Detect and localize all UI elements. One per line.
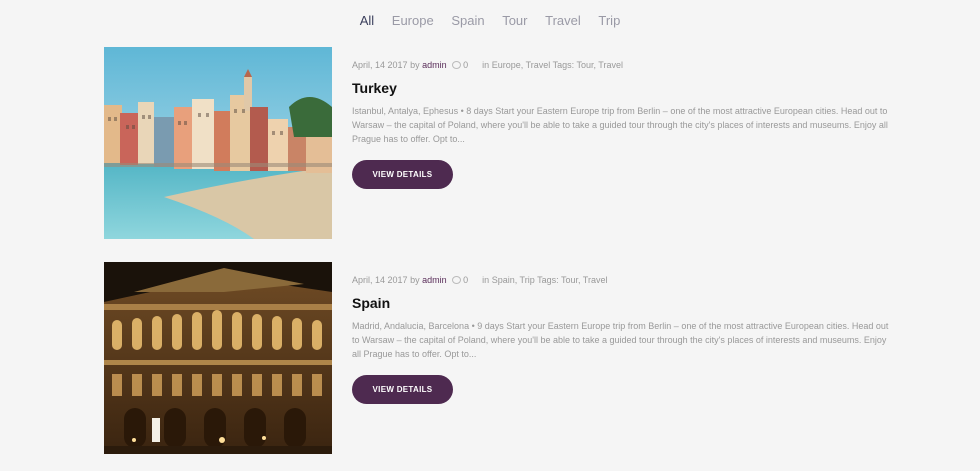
comment-icon: [452, 61, 462, 69]
post-in-label: in: [482, 275, 490, 285]
post-meta: April, 14 2017 by admin 0 in Europe, Tra…: [352, 60, 892, 70]
comment-count[interactable]: 0: [463, 275, 468, 285]
post-date: April, 14 2017: [352, 60, 408, 70]
post-thumbnail-coastal-town[interactable]: [104, 47, 332, 239]
coastal-town-image: [104, 47, 332, 239]
opera-house-image: [104, 262, 332, 454]
post-content: April, 14 2017 by admin 0 in Europe, Tra…: [352, 47, 892, 189]
post-excerpt: Madrid, Andalucia, Barcelona • 9 days St…: [352, 321, 889, 359]
post-excerpt: Istanbul, Antalya, Ephesus • 8 days Star…: [352, 106, 888, 144]
post-tags[interactable]: Tour, Travel: [561, 275, 608, 285]
post-author-link[interactable]: admin: [422, 60, 447, 70]
post-tags[interactable]: Tour, Travel: [576, 60, 623, 70]
post-by-label: by: [410, 275, 420, 285]
filter-all[interactable]: All: [360, 13, 374, 28]
post-spain: April, 14 2017 by admin 0 in Spain, Trip…: [104, 262, 894, 454]
post-tags-label: Tags:: [552, 60, 575, 70]
post-meta: April, 14 2017 by admin 0 in Spain, Trip…: [352, 275, 892, 285]
post-content: April, 14 2017 by admin 0 in Spain, Trip…: [352, 262, 892, 404]
comment-icon: [452, 276, 462, 284]
post-tags-label: Tags:: [537, 275, 559, 285]
filter-travel[interactable]: Travel: [545, 13, 581, 28]
post-in-label: in: [482, 60, 490, 70]
post-author-link[interactable]: admin: [422, 275, 447, 285]
filter-trip[interactable]: Trip: [598, 13, 620, 28]
comment-count[interactable]: 0: [463, 60, 468, 70]
post-date: April, 14 2017: [352, 275, 408, 285]
portfolio-filter-bar: All Europe Spain Tour Travel Trip: [0, 13, 980, 28]
post-categories[interactable]: Europe, Travel: [492, 60, 551, 70]
post-title[interactable]: Spain: [352, 295, 892, 311]
filter-tour[interactable]: Tour: [502, 13, 527, 28]
view-details-button[interactable]: VIEW DETAILS: [352, 160, 453, 189]
filter-spain[interactable]: Spain: [451, 13, 484, 28]
view-details-button[interactable]: VIEW DETAILS: [352, 375, 453, 404]
post-thumbnail-opera-house[interactable]: [104, 262, 332, 454]
post-title[interactable]: Turkey: [352, 80, 892, 96]
filter-europe[interactable]: Europe: [392, 13, 434, 28]
post-categories[interactable]: Spain, Trip: [492, 275, 535, 285]
post-by-label: by: [410, 60, 420, 70]
post-turkey: April, 14 2017 by admin 0 in Europe, Tra…: [104, 47, 894, 239]
